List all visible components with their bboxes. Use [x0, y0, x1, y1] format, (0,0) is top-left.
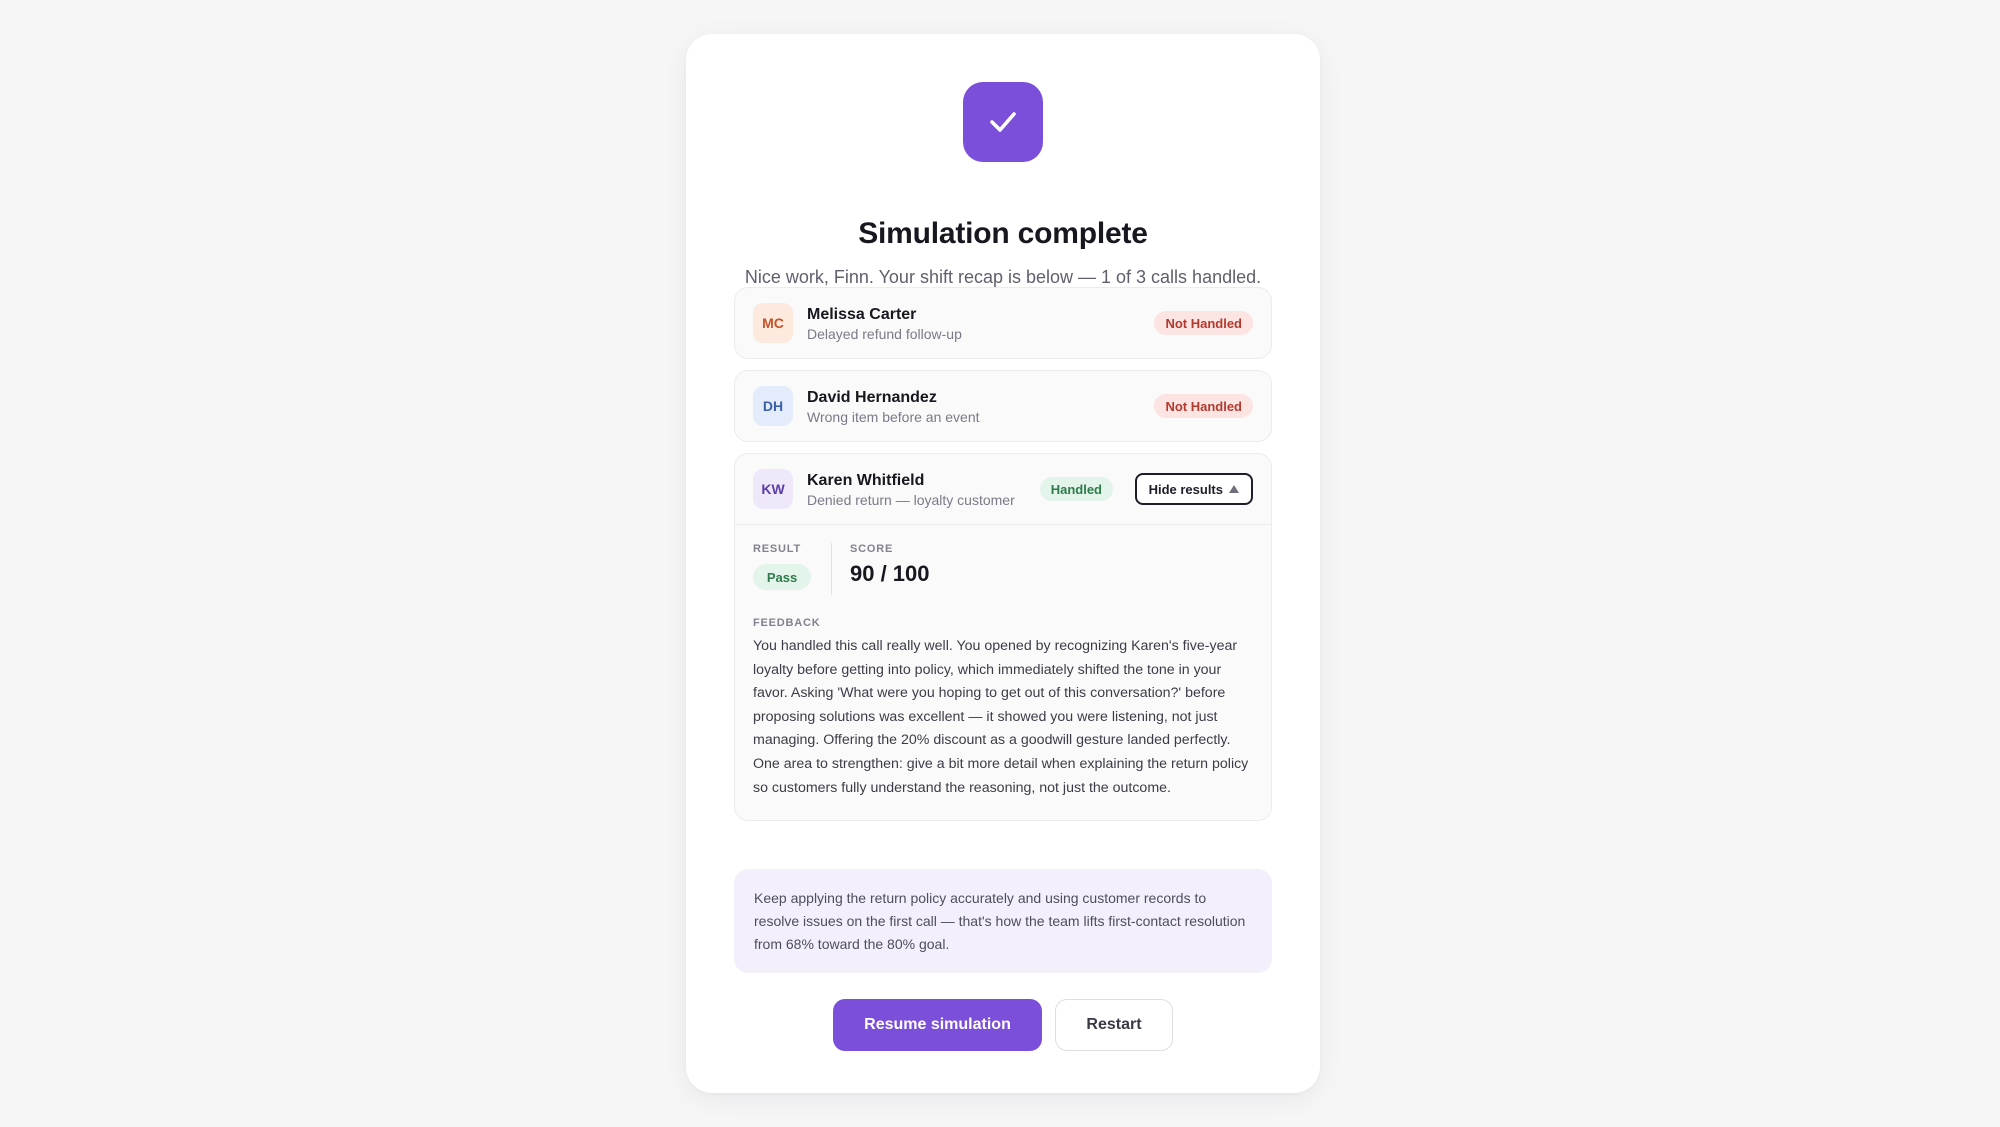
- tip-callout: Keep applying the return policy accurate…: [734, 869, 1272, 973]
- score-label: SCORE: [850, 543, 894, 555]
- avatar: KW: [753, 469, 793, 509]
- chevron-up-icon: [1229, 485, 1239, 493]
- call-header: MC Melissa Carter Delayed refund follow-…: [735, 288, 1271, 358]
- caller-name: David Hernandez: [807, 389, 937, 406]
- avatar: MC: [753, 303, 793, 343]
- status-badge: Not Handled: [1154, 394, 1253, 418]
- call-card-karen-whitfield: KW Karen Whitfield Denied return — loyal…: [734, 453, 1272, 822]
- results-panel: RESULT Pass SCORE 90 / 100 FEEDBACK You …: [735, 524, 1271, 820]
- feedback-text: You handled this call really well. You o…: [753, 638, 1249, 796]
- hide-results-label: Hide results: [1148, 481, 1223, 497]
- resume-simulation-button[interactable]: Resume simulation: [833, 999, 1042, 1051]
- page-title: Simulation complete: [858, 217, 1148, 250]
- call-header: DH David Hernandez Wrong item before an …: [735, 371, 1271, 441]
- score-section: SCORE 90 / 100: [850, 543, 930, 595]
- divider: [831, 543, 832, 595]
- status-badge: Not Handled: [1154, 311, 1253, 335]
- caller-name: Karen Whitfield: [807, 472, 925, 489]
- restart-button[interactable]: Restart: [1055, 999, 1173, 1051]
- call-card-david-hernandez: DH David Hernandez Wrong item before an …: [734, 370, 1272, 442]
- call-topic: Denied return — loyalty customer: [807, 492, 1015, 508]
- call-topic: Delayed refund follow-up: [807, 326, 962, 342]
- score-value: 90 / 100: [850, 561, 930, 586]
- caller-name: Melissa Carter: [807, 306, 917, 323]
- hide-results-button[interactable]: Hide results: [1134, 473, 1253, 505]
- check-icon: [963, 82, 1043, 162]
- result-label: RESULT: [753, 543, 801, 555]
- call-header: KW Karen Whitfield Denied return — loyal…: [735, 454, 1271, 524]
- result-section: RESULT Pass: [753, 543, 831, 595]
- result-badge: Pass: [753, 564, 811, 590]
- avatar: DH: [753, 386, 793, 426]
- recap-card: Simulation complete Nice work, Finn. You…: [686, 34, 1320, 1093]
- feedback-label: FEEDBACK: [753, 617, 821, 629]
- call-topic: Wrong item before an event: [807, 409, 980, 425]
- call-card-melissa-carter: MC Melissa Carter Delayed refund follow-…: [734, 287, 1272, 359]
- page-subtitle: Nice work, Finn. Your shift recap is bel…: [744, 267, 1262, 287]
- status-badge: Handled: [1039, 477, 1113, 501]
